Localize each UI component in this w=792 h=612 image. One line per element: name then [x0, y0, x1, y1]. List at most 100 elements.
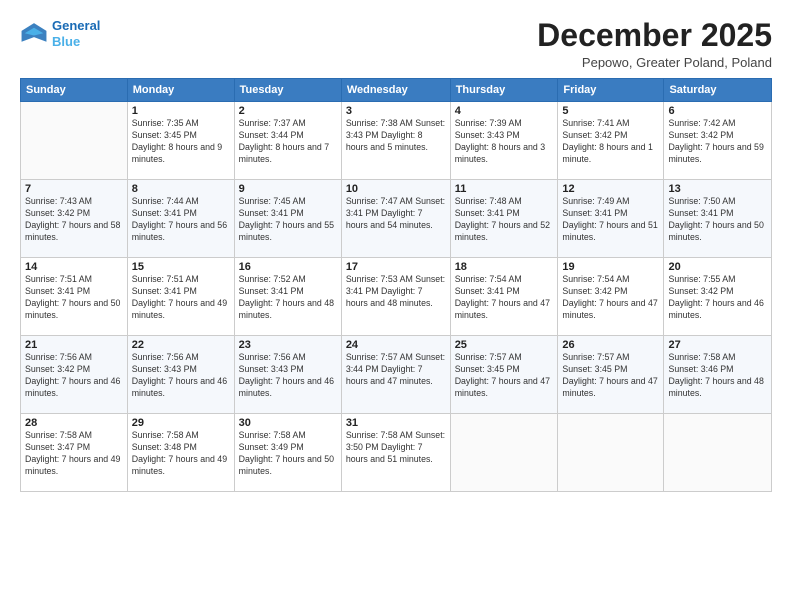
cell-content: Sunrise: 7:57 AM Sunset: 3:45 PM Dayligh… — [562, 352, 659, 400]
date-number: 19 — [562, 261, 659, 273]
calendar-cell: 12Sunrise: 7:49 AM Sunset: 3:41 PM Dayli… — [558, 180, 664, 258]
calendar-table: SundayMondayTuesdayWednesdayThursdayFrid… — [20, 78, 772, 492]
calendar-cell: 17Sunrise: 7:53 AM Sunset: 3:41 PM Dayli… — [341, 258, 450, 336]
calendar-cell: 11Sunrise: 7:48 AM Sunset: 3:41 PM Dayli… — [450, 180, 558, 258]
date-number: 3 — [346, 105, 446, 117]
logo-line1: General — [52, 18, 100, 33]
cell-content: Sunrise: 7:56 AM Sunset: 3:43 PM Dayligh… — [132, 352, 230, 400]
date-number: 29 — [132, 417, 230, 429]
date-number: 14 — [25, 261, 123, 273]
date-number: 13 — [668, 183, 767, 195]
calendar-cell: 1Sunrise: 7:35 AM Sunset: 3:45 PM Daylig… — [127, 102, 234, 180]
calendar-cell: 7Sunrise: 7:43 AM Sunset: 3:42 PM Daylig… — [21, 180, 128, 258]
cell-content: Sunrise: 7:41 AM Sunset: 3:42 PM Dayligh… — [562, 118, 659, 166]
cell-content: Sunrise: 7:51 AM Sunset: 3:41 PM Dayligh… — [132, 274, 230, 322]
date-number: 9 — [239, 183, 337, 195]
day-header-tuesday: Tuesday — [234, 79, 341, 102]
subtitle: Pepowo, Greater Poland, Poland — [537, 55, 772, 70]
date-number: 31 — [346, 417, 446, 429]
day-header-monday: Monday — [127, 79, 234, 102]
calendar-cell: 28Sunrise: 7:58 AM Sunset: 3:47 PM Dayli… — [21, 414, 128, 492]
calendar-cell: 2Sunrise: 7:37 AM Sunset: 3:44 PM Daylig… — [234, 102, 341, 180]
cell-content: Sunrise: 7:37 AM Sunset: 3:44 PM Dayligh… — [239, 118, 337, 166]
cell-content: Sunrise: 7:58 AM Sunset: 3:49 PM Dayligh… — [239, 430, 337, 478]
cell-content: Sunrise: 7:58 AM Sunset: 3:50 PM Dayligh… — [346, 430, 446, 466]
date-number: 5 — [562, 105, 659, 117]
calendar-cell — [21, 102, 128, 180]
calendar-cell: 24Sunrise: 7:57 AM Sunset: 3:44 PM Dayli… — [341, 336, 450, 414]
calendar-cell: 8Sunrise: 7:44 AM Sunset: 3:41 PM Daylig… — [127, 180, 234, 258]
calendar-cell: 22Sunrise: 7:56 AM Sunset: 3:43 PM Dayli… — [127, 336, 234, 414]
cell-content: Sunrise: 7:52 AM Sunset: 3:41 PM Dayligh… — [239, 274, 337, 322]
header: General Blue December 2025 Pepowo, Great… — [20, 18, 772, 70]
calendar-cell — [450, 414, 558, 492]
day-header-wednesday: Wednesday — [341, 79, 450, 102]
date-number: 17 — [346, 261, 446, 273]
cell-content: Sunrise: 7:51 AM Sunset: 3:41 PM Dayligh… — [25, 274, 123, 322]
date-number: 28 — [25, 417, 123, 429]
date-number: 4 — [455, 105, 554, 117]
calendar-cell: 6Sunrise: 7:42 AM Sunset: 3:42 PM Daylig… — [664, 102, 772, 180]
cell-content: Sunrise: 7:50 AM Sunset: 3:41 PM Dayligh… — [668, 196, 767, 244]
day-header-saturday: Saturday — [664, 79, 772, 102]
date-number: 10 — [346, 183, 446, 195]
calendar-cell: 26Sunrise: 7:57 AM Sunset: 3:45 PM Dayli… — [558, 336, 664, 414]
calendar-cell: 31Sunrise: 7:58 AM Sunset: 3:50 PM Dayli… — [341, 414, 450, 492]
calendar-cell: 23Sunrise: 7:56 AM Sunset: 3:43 PM Dayli… — [234, 336, 341, 414]
date-number: 6 — [668, 105, 767, 117]
logo: General Blue — [20, 18, 100, 49]
day-header-sunday: Sunday — [21, 79, 128, 102]
date-number: 30 — [239, 417, 337, 429]
calendar-cell — [558, 414, 664, 492]
cell-content: Sunrise: 7:55 AM Sunset: 3:42 PM Dayligh… — [668, 274, 767, 322]
day-header-thursday: Thursday — [450, 79, 558, 102]
date-number: 24 — [346, 339, 446, 351]
date-number: 27 — [668, 339, 767, 351]
date-number: 7 — [25, 183, 123, 195]
cell-content: Sunrise: 7:35 AM Sunset: 3:45 PM Dayligh… — [132, 118, 230, 166]
cell-content: Sunrise: 7:58 AM Sunset: 3:48 PM Dayligh… — [132, 430, 230, 478]
date-number: 12 — [562, 183, 659, 195]
calendar-cell: 27Sunrise: 7:58 AM Sunset: 3:46 PM Dayli… — [664, 336, 772, 414]
calendar-cell: 3Sunrise: 7:38 AM Sunset: 3:43 PM Daylig… — [341, 102, 450, 180]
calendar-page: General Blue December 2025 Pepowo, Great… — [0, 0, 792, 612]
cell-content: Sunrise: 7:39 AM Sunset: 3:43 PM Dayligh… — [455, 118, 554, 166]
date-number: 1 — [132, 105, 230, 117]
cell-content: Sunrise: 7:54 AM Sunset: 3:41 PM Dayligh… — [455, 274, 554, 322]
title-block: December 2025 Pepowo, Greater Poland, Po… — [537, 18, 772, 70]
cell-content: Sunrise: 7:53 AM Sunset: 3:41 PM Dayligh… — [346, 274, 446, 310]
date-number: 26 — [562, 339, 659, 351]
calendar-cell: 4Sunrise: 7:39 AM Sunset: 3:43 PM Daylig… — [450, 102, 558, 180]
logo-line2: Blue — [52, 34, 80, 49]
cell-content: Sunrise: 7:56 AM Sunset: 3:43 PM Dayligh… — [239, 352, 337, 400]
calendar-cell: 29Sunrise: 7:58 AM Sunset: 3:48 PM Dayli… — [127, 414, 234, 492]
date-number: 20 — [668, 261, 767, 273]
calendar-cell: 15Sunrise: 7:51 AM Sunset: 3:41 PM Dayli… — [127, 258, 234, 336]
date-number: 2 — [239, 105, 337, 117]
cell-content: Sunrise: 7:54 AM Sunset: 3:42 PM Dayligh… — [562, 274, 659, 322]
date-number: 16 — [239, 261, 337, 273]
calendar-cell — [664, 414, 772, 492]
date-number: 11 — [455, 183, 554, 195]
logo-icon — [20, 20, 48, 48]
cell-content: Sunrise: 7:57 AM Sunset: 3:45 PM Dayligh… — [455, 352, 554, 400]
cell-content: Sunrise: 7:56 AM Sunset: 3:42 PM Dayligh… — [25, 352, 123, 400]
main-title: December 2025 — [537, 18, 772, 53]
calendar-cell: 16Sunrise: 7:52 AM Sunset: 3:41 PM Dayli… — [234, 258, 341, 336]
cell-content: Sunrise: 7:57 AM Sunset: 3:44 PM Dayligh… — [346, 352, 446, 388]
calendar-cell: 10Sunrise: 7:47 AM Sunset: 3:41 PM Dayli… — [341, 180, 450, 258]
calendar-cell: 25Sunrise: 7:57 AM Sunset: 3:45 PM Dayli… — [450, 336, 558, 414]
calendar-cell: 14Sunrise: 7:51 AM Sunset: 3:41 PM Dayli… — [21, 258, 128, 336]
calendar-cell: 21Sunrise: 7:56 AM Sunset: 3:42 PM Dayli… — [21, 336, 128, 414]
cell-content: Sunrise: 7:38 AM Sunset: 3:43 PM Dayligh… — [346, 118, 446, 154]
cell-content: Sunrise: 7:47 AM Sunset: 3:41 PM Dayligh… — [346, 196, 446, 232]
calendar-cell: 18Sunrise: 7:54 AM Sunset: 3:41 PM Dayli… — [450, 258, 558, 336]
day-header-friday: Friday — [558, 79, 664, 102]
logo-text: General Blue — [52, 18, 100, 49]
cell-content: Sunrise: 7:58 AM Sunset: 3:46 PM Dayligh… — [668, 352, 767, 400]
calendar-cell: 20Sunrise: 7:55 AM Sunset: 3:42 PM Dayli… — [664, 258, 772, 336]
cell-content: Sunrise: 7:45 AM Sunset: 3:41 PM Dayligh… — [239, 196, 337, 244]
date-number: 25 — [455, 339, 554, 351]
calendar-cell: 19Sunrise: 7:54 AM Sunset: 3:42 PM Dayli… — [558, 258, 664, 336]
date-number: 21 — [25, 339, 123, 351]
